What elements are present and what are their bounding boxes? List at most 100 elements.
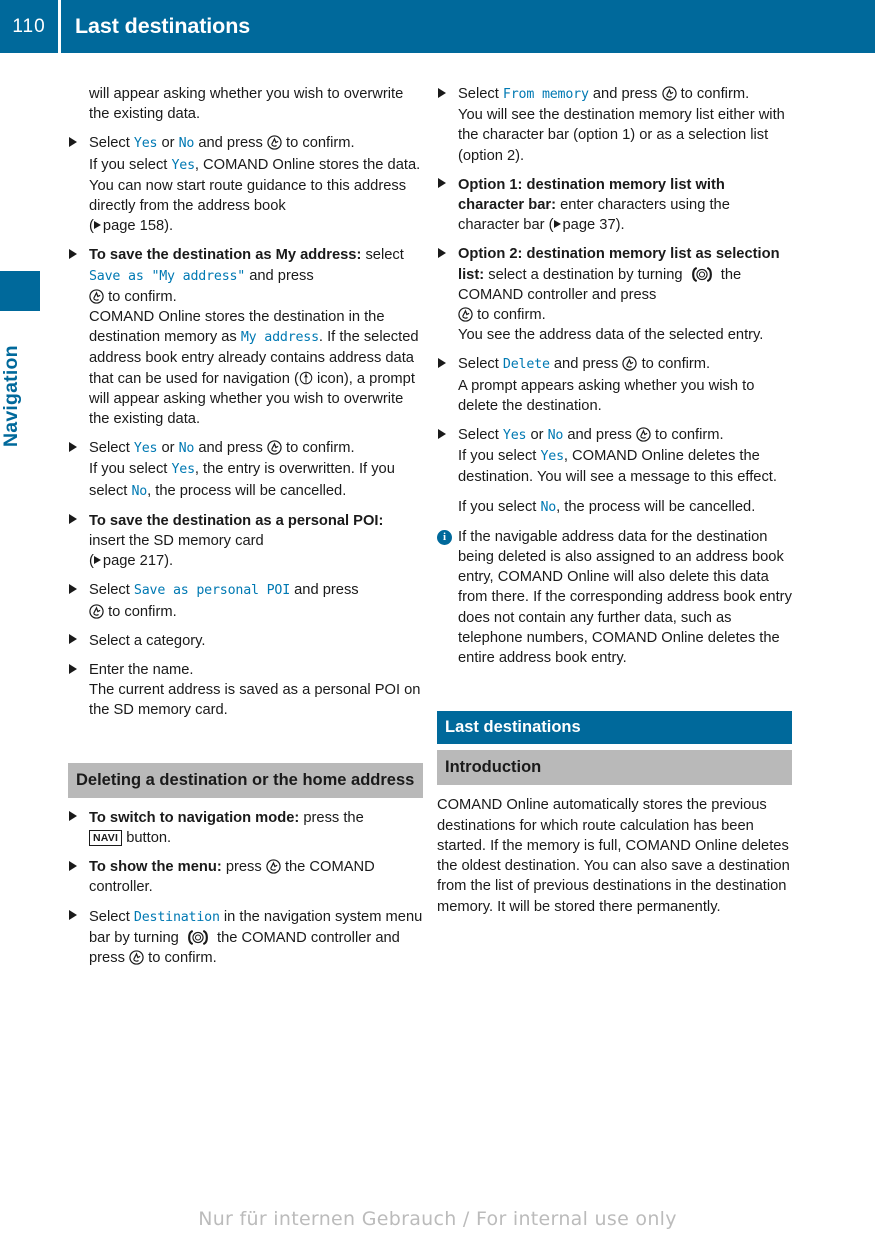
ui-term-no: No (178, 136, 195, 152)
right-column: Select From memory and press to confirm.… (437, 84, 792, 926)
ui-term-yes: Yes (133, 136, 158, 152)
step-lead-bold: To save the destination as a personal PO… (89, 512, 384, 529)
triangle-bullet-icon (69, 860, 77, 871)
info-note: i If the navigable address data for the … (437, 527, 792, 668)
triangle-bullet-icon (438, 178, 446, 189)
step-save-as-my-address: To save the destination as My address: s… (68, 245, 423, 429)
step-select-delete: Select Delete and press to confirm. A pr… (437, 354, 792, 416)
ui-term-no: No (540, 499, 557, 515)
step-lead-bold: To save the destination as My address: (89, 247, 362, 264)
triangle-bullet-icon (438, 428, 446, 439)
ui-term-no: No (178, 441, 195, 457)
step-text: To save the destination as My address: s… (89, 247, 419, 428)
ui-term-save-as-personal-poi: Save as personal POI (133, 583, 291, 599)
page-number: 110 (12, 15, 46, 37)
press-comand-controller-icon (636, 427, 651, 442)
ui-term-no: No (131, 483, 148, 499)
page-header: 110 Last destinations (0, 0, 875, 53)
ui-term-yes: Yes (540, 449, 564, 465)
press-comand-controller-icon (458, 307, 473, 322)
triangle-bullet-icon (69, 441, 77, 452)
step-text: Select Destination in the navigation sys… (89, 908, 423, 966)
step-show-menu: To show the menu: press the COMAND contr… (68, 857, 423, 897)
page-title: Last destinations (75, 14, 251, 38)
ui-term-save-as-my-address: Save as "My address" (89, 268, 246, 284)
step-select-save-as-personal-poi: Select Save as personal POI and press to… (68, 580, 423, 621)
footer-watermark: Nur für internen Gebrauch / For internal… (198, 1208, 677, 1230)
ui-term-from-memory: From memory (502, 87, 589, 102)
ui-term-yes: Yes (171, 462, 195, 478)
step-text: Select a category. (89, 632, 206, 649)
triangle-bullet-icon (69, 583, 77, 594)
step-text: Select Yes or No and press to confirm. I… (89, 135, 421, 173)
step-text: Select Save as personal POI and press to… (89, 582, 359, 620)
step-text: To save the destination as a personal PO… (89, 512, 384, 570)
step-save-as-personal-poi-card: To save the destination as a personal PO… (68, 511, 423, 572)
press-comand-controller-icon (661, 86, 677, 101)
step-option-1-character-bar: Option 1: destination memory list with c… (437, 175, 792, 236)
step-enter-name: Enter the name. The current address is s… (68, 660, 423, 721)
triangle-bullet-icon (69, 811, 77, 822)
step-text: Option 1: destination memory list with c… (458, 176, 730, 234)
triangle-bullet-icon (438, 247, 446, 258)
step-text: Select Yes or No and press to confirm. I… (89, 440, 395, 499)
step-switch-navigation-mode: To switch to navigation mode: press the … (68, 808, 423, 848)
triangle-bullet-icon (69, 634, 77, 645)
press-comand-controller-icon (266, 859, 281, 874)
step-text: Select Delete and press to confirm. A pr… (458, 356, 755, 414)
step-select-from-memory: Select From memory and press to confirm.… (437, 84, 792, 166)
step-select-yes-no-store: Select Yes or No and press to confirm. I… (68, 133, 423, 236)
step-lead-bold: To switch to navigation mode: (89, 809, 300, 826)
info-note-text: If the navigable address data for the de… (458, 528, 792, 667)
step-note: The current address is saved as a person… (89, 682, 421, 719)
turn-comand-controller-icon (183, 929, 213, 945)
turn-comand-controller-icon (687, 266, 717, 282)
page-reference-arrow-icon (93, 221, 101, 230)
introduction-paragraph: COMAND Online automatically stores the p… (437, 797, 790, 915)
triangle-bullet-icon (69, 514, 77, 525)
step-select-yes-no-overwrite: Select Yes or No and press to confirm. I… (68, 438, 423, 502)
ui-term-my-address: My address (240, 330, 319, 346)
step-note-cancelled: If you select No, the process will be ca… (458, 498, 756, 515)
info-icon: i (437, 529, 452, 545)
step-option-2-selection-list: Option 2: destination memory list as sel… (437, 244, 792, 345)
section-heading-last-destinations: Last destinations (437, 711, 792, 745)
triangle-bullet-icon (69, 910, 77, 920)
press-comand-controller-icon (89, 289, 104, 304)
triangle-bullet-icon (69, 663, 77, 674)
page-reference-arrow-icon (553, 220, 561, 229)
chapter-tab-marker (0, 271, 40, 311)
press-comand-controller-icon (267, 135, 282, 151)
navigation-compass-icon (299, 371, 313, 385)
ui-term-delete: Delete (502, 357, 550, 373)
ui-term-yes: Yes (133, 441, 158, 457)
step-note: You can now start route guidance to this… (89, 177, 407, 235)
section-heading-introduction: Introduction (437, 750, 792, 786)
step-text: Enter the name. (89, 662, 194, 679)
step-text: Select Yes or No and press to confirm. I… (458, 427, 777, 486)
step-confirm-delete-yes-no: Select Yes or No and press to confirm. I… (437, 425, 792, 518)
press-comand-controller-icon (622, 356, 638, 372)
step-text: To show the menu: press the COMAND contr… (89, 859, 375, 896)
navi-button[interactable]: NAVI (89, 829, 123, 846)
press-comand-controller-icon (267, 440, 282, 455)
ui-term-yes: Yes (171, 157, 195, 173)
triangle-bullet-icon (438, 357, 446, 368)
step-select-category: Select a category. (68, 631, 423, 651)
ui-term-destination: Destination (133, 909, 220, 925)
triangle-bullet-icon (69, 136, 77, 147)
press-comand-controller-icon (89, 604, 104, 619)
press-comand-controller-icon (129, 950, 144, 965)
page-reference-arrow-icon (93, 556, 101, 565)
step-select-destination: Select Destination in the navigation sys… (68, 907, 423, 969)
ui-term-no: No (547, 428, 564, 444)
step-text: Select From memory and press to confirm.… (458, 86, 785, 164)
step-lead-bold: To show the menu: (89, 859, 222, 876)
section-heading-deleting-destination: Deleting a destination or the home addre… (68, 762, 423, 798)
step-text: To switch to navigation mode: press the … (89, 809, 364, 846)
triangle-bullet-icon (69, 248, 77, 259)
chapter-tab-label: Navigation (0, 345, 22, 447)
left-column: will appear asking whether you wish to o… (68, 84, 423, 977)
step-text: Option 2: destination memory list as sel… (458, 246, 780, 344)
paragraph-continuation: will appear asking whether you wish to o… (89, 86, 404, 123)
